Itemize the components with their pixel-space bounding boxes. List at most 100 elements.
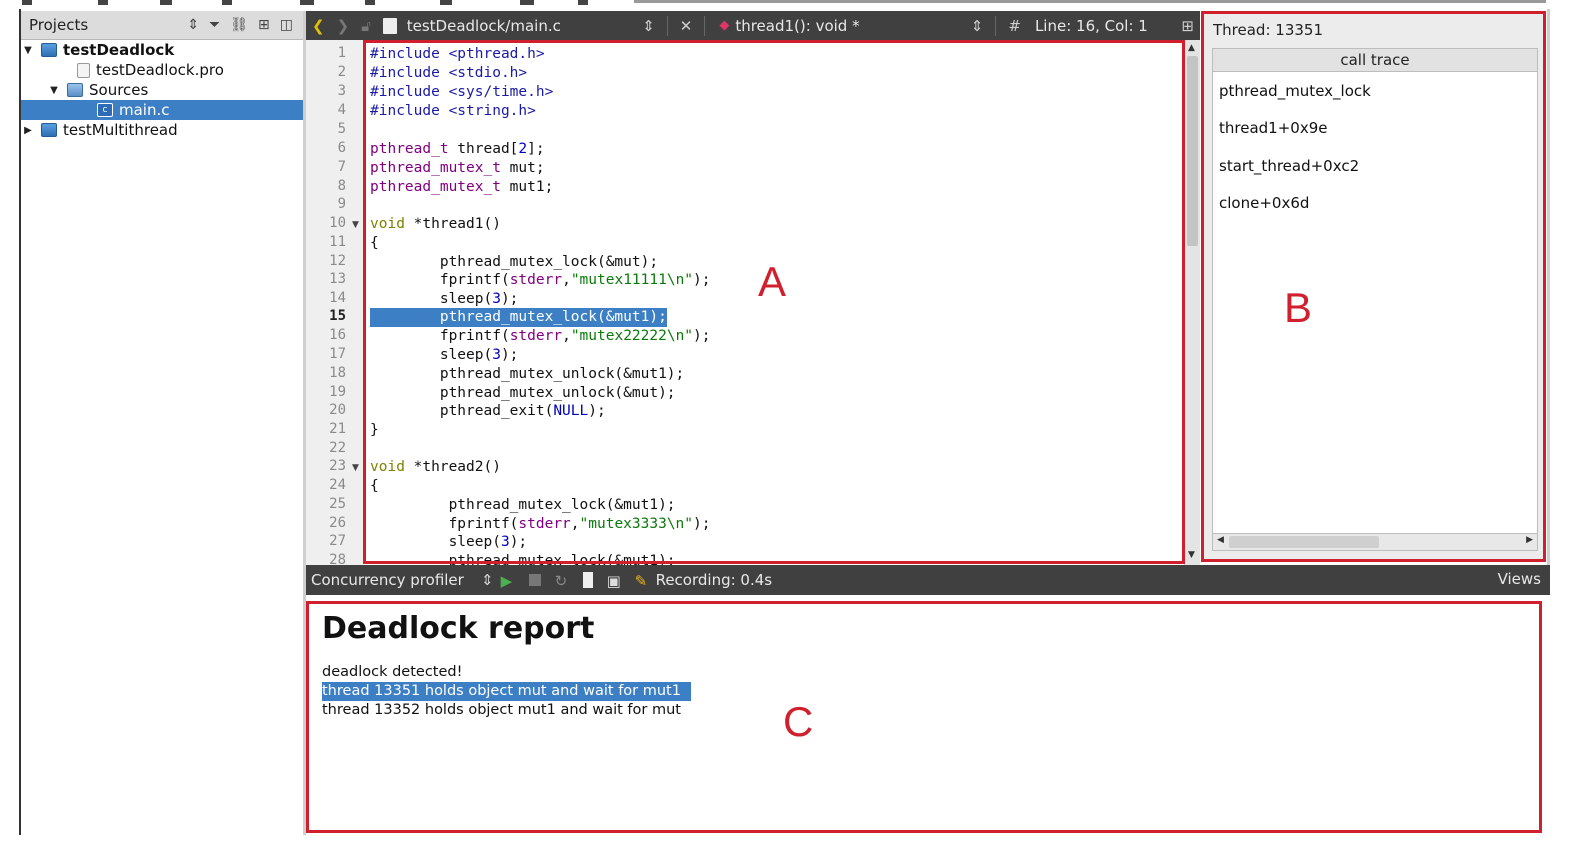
report-title: Deadlock report bbox=[322, 611, 595, 646]
split-icon[interactable]: ⊞ bbox=[258, 17, 270, 33]
call-trace-header[interactable]: call trace bbox=[1212, 48, 1538, 72]
tree-item-label: main.c bbox=[119, 101, 170, 119]
call-trace-scrollbar[interactable]: ◀ ▶ bbox=[1212, 533, 1538, 551]
report-line[interactable]: deadlock detected! bbox=[322, 663, 472, 682]
close-panel-icon[interactable]: ◫ bbox=[280, 17, 293, 33]
code-line[interactable]: fprintf(stderr,"mutex11111\n"); bbox=[370, 271, 711, 290]
scrollbar-thumb[interactable] bbox=[1229, 536, 1379, 548]
tree-item-label: testDeadlock bbox=[63, 41, 175, 59]
report-line[interactable]: thread 13352 holds object mut1 and wait … bbox=[322, 701, 691, 720]
expanded-arrow-icon[interactable]: ▼ bbox=[47, 85, 61, 96]
pro-file-icon bbox=[77, 62, 90, 78]
filter-icon[interactable]: ⏷ bbox=[209, 17, 220, 33]
select-arrows-icon[interactable]: ⇕ bbox=[187, 17, 199, 33]
code-line[interactable]: #include <pthread.h> bbox=[370, 45, 545, 64]
code-line[interactable]: pthread_mutex_lock(&mut1); bbox=[370, 496, 676, 515]
start-icon[interactable]: ▶ bbox=[501, 572, 515, 590]
select-arrows-icon[interactable]: ⇕ bbox=[965, 17, 990, 35]
scroll-up-icon[interactable]: ▲ bbox=[1188, 43, 1195, 53]
forward-arrow-icon[interactable]: ❯ bbox=[331, 17, 356, 35]
code-line[interactable]: { bbox=[370, 477, 379, 496]
document-icon[interactable] bbox=[582, 572, 593, 588]
editor-scrollbar[interactable]: ▲ ▼ bbox=[1184, 40, 1200, 565]
code-line[interactable]: fprintf(stderr,"mutex22222\n"); bbox=[370, 327, 711, 346]
line-number: 27 bbox=[329, 533, 346, 549]
code-line[interactable]: } bbox=[370, 421, 379, 440]
recording-icon: ✎ bbox=[634, 572, 648, 590]
code-editor[interactable]: 1 2 3 4 5 6 7 8 9 10 11 12 13 14 15 16 17 18 19 20 21 22 23 24 2… bbox=[306, 40, 1200, 565]
link-icon[interactable]: ⛓ bbox=[230, 17, 248, 33]
back-arrow-icon[interactable]: ❮ bbox=[306, 17, 331, 35]
code-line[interactable]: void *thread1() bbox=[370, 215, 501, 234]
expanded-arrow-icon[interactable]: ▼ bbox=[21, 45, 35, 56]
call-trace-frame[interactable]: thread1+0x9e bbox=[1219, 119, 1327, 137]
scroll-right-icon[interactable]: ▶ bbox=[1526, 535, 1533, 545]
lock-icon[interactable]: 🔓︎ bbox=[355, 17, 377, 35]
call-trace-frame[interactable]: start_thread+0xc2 bbox=[1219, 157, 1359, 175]
projects-panel-header: Projects ⇕ ⏷ ⛓ ⊞ ◫ bbox=[21, 11, 303, 40]
profiler-selector[interactable]: Concurrency profiler bbox=[306, 571, 481, 589]
code-line[interactable]: pthread_mutex_t mut1; bbox=[370, 178, 553, 197]
code-line[interactable]: pthread_mutex_unlock(&mut1); bbox=[370, 365, 684, 384]
line-number: 5 bbox=[337, 121, 346, 137]
close-document-icon[interactable]: ✕ bbox=[674, 17, 699, 35]
line-number: 21 bbox=[329, 421, 346, 437]
select-arrows-icon[interactable]: ⇕ bbox=[636, 17, 661, 35]
line-number: 17 bbox=[329, 346, 346, 362]
folder-icon bbox=[67, 83, 83, 97]
code-line[interactable]: pthread_exit(NULL); bbox=[370, 402, 606, 421]
split-icon[interactable]: ⊞ bbox=[1175, 17, 1200, 35]
fold-arrow-icon[interactable]: ▼ bbox=[352, 463, 359, 473]
code-line[interactable]: #include <sys/time.h> bbox=[370, 83, 553, 102]
line-number: 10 bbox=[329, 215, 346, 231]
refresh-icon[interactable]: ↻ bbox=[555, 572, 569, 590]
scrollbar-thumb[interactable] bbox=[1187, 56, 1198, 246]
call-trace-list: pthread_mutex_lock thread1+0x9e start_th… bbox=[1212, 72, 1538, 542]
tree-item-project[interactable]: ▼ testDeadlock bbox=[21, 40, 303, 60]
code-line[interactable]: { bbox=[370, 234, 379, 253]
projects-title: Projects bbox=[29, 16, 89, 34]
splitter[interactable] bbox=[1547, 9, 1550, 565]
collapsed-arrow-icon[interactable]: ▶ bbox=[21, 125, 35, 136]
code-line[interactable]: #include <stdio.h> bbox=[370, 64, 527, 83]
project-icon bbox=[41, 43, 57, 57]
call-trace-frame[interactable]: pthread_mutex_lock bbox=[1219, 82, 1371, 100]
tree-item-label: testMultithread bbox=[63, 121, 178, 139]
profiler-toolbar: Concurrency profiler ⇕ ▶ ↻ ▣ ✎ Recording… bbox=[306, 565, 1550, 595]
code-line[interactable]: void *thread2() bbox=[370, 458, 501, 477]
cursor-position[interactable]: Line: 16, Col: 1 bbox=[1027, 17, 1175, 35]
tree-item-sources[interactable]: ▼ Sources bbox=[21, 80, 303, 100]
code-line[interactable]: sleep(3); bbox=[370, 346, 519, 365]
save-icon[interactable]: ▣ bbox=[607, 572, 621, 590]
call-trace-frame[interactable]: clone+0x6d bbox=[1219, 194, 1309, 212]
tree-item-pro-file[interactable]: testDeadlock.pro bbox=[21, 60, 303, 80]
line-number: 4 bbox=[337, 102, 346, 118]
code-line[interactable]: sleep(3); bbox=[370, 533, 528, 552]
tree-item-main-c[interactable]: c main.c bbox=[21, 100, 303, 120]
code-line[interactable]: pthread_mutex_lock(&mut); bbox=[370, 253, 658, 272]
code-line[interactable]: #include <string.h> bbox=[370, 102, 536, 121]
code-line[interactable]: fprintf(stderr,"mutex3333\n"); bbox=[370, 515, 711, 534]
line-number: 6 bbox=[337, 140, 346, 156]
highlighted-code-line[interactable]: pthread_mutex_lock(&mut1); bbox=[370, 308, 667, 327]
scroll-down-icon[interactable]: ▼ bbox=[1188, 550, 1195, 560]
function-selector[interactable]: thread1(): void * bbox=[735, 17, 964, 35]
line-number: 28 bbox=[329, 552, 346, 565]
views-button[interactable]: Views bbox=[1498, 570, 1541, 588]
select-arrows-icon[interactable]: ⇕ bbox=[481, 571, 494, 589]
line-number: 9 bbox=[337, 196, 346, 212]
divider bbox=[666, 15, 668, 36]
open-file-name[interactable]: testDeadlock/main.c bbox=[407, 17, 636, 35]
code-line[interactable]: pthread_mutex_t mut; bbox=[370, 159, 545, 178]
stop-icon[interactable] bbox=[528, 574, 541, 586]
report-line-selected[interactable]: thread 13351 holds object mut and wait f… bbox=[322, 682, 691, 701]
tree-item-project[interactable]: ▶ testMultithread bbox=[21, 120, 303, 140]
hash-icon: # bbox=[1008, 16, 1021, 35]
code-line[interactable]: pthread_mutex_unlock(&mut); bbox=[370, 384, 676, 403]
scroll-left-icon[interactable]: ◀ bbox=[1217, 535, 1224, 545]
code-line[interactable]: sleep(3); bbox=[370, 290, 519, 309]
thread-label: Thread: bbox=[1213, 21, 1271, 39]
code-line[interactable]: pthread_t thread[2]; bbox=[370, 140, 545, 159]
code-line[interactable]: pthread_mutex_lock(&mut1); bbox=[370, 552, 676, 565]
fold-arrow-icon[interactable]: ▼ bbox=[352, 220, 359, 230]
